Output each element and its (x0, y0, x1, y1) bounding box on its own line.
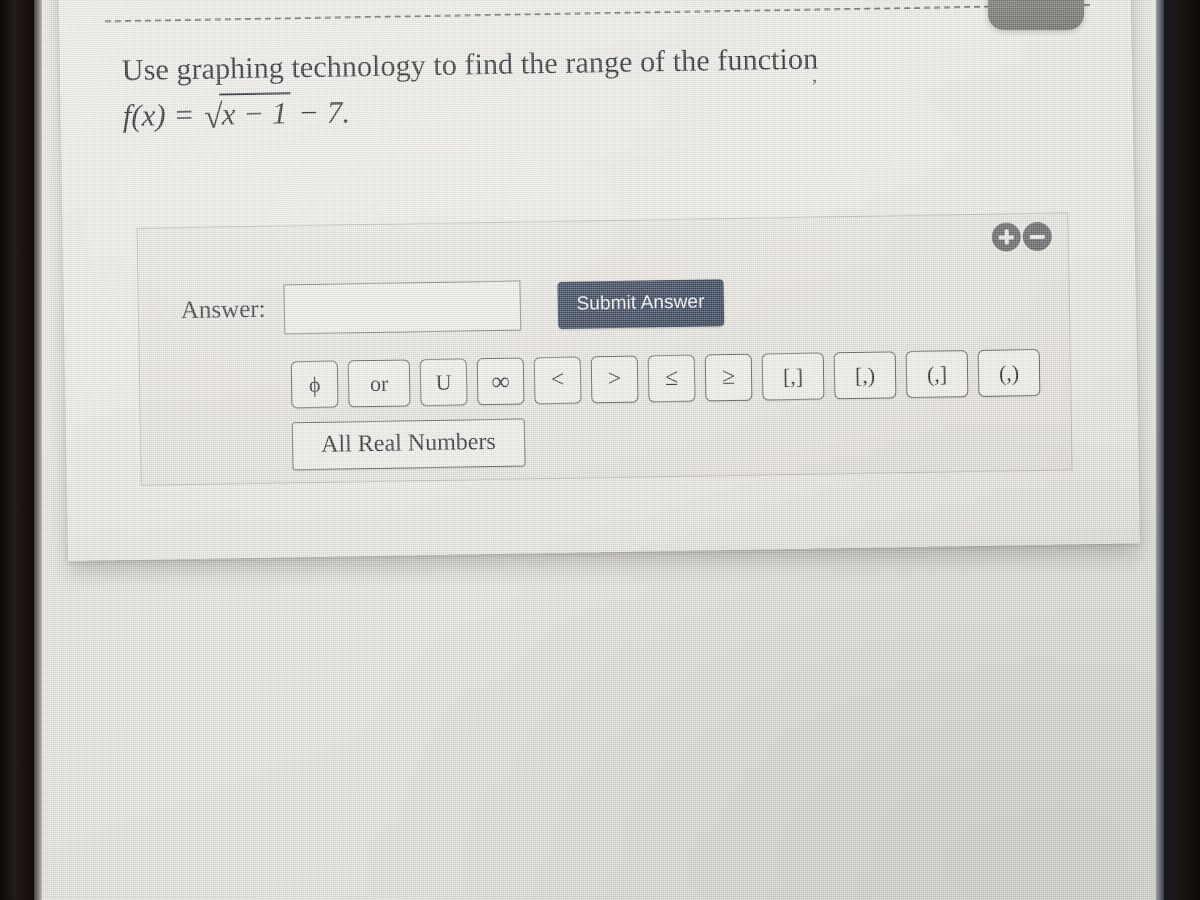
key-left-closed-interval[interactable]: [,) (833, 351, 897, 400)
key-closed-interval[interactable]: [,] (761, 352, 825, 401)
key-greater-than-or-equal[interactable]: ≥ (704, 353, 753, 402)
key-or[interactable]: or (347, 359, 411, 408)
zoom-out-icon[interactable] (1022, 221, 1053, 252)
radical-sign: √ (203, 97, 224, 136)
answer-input[interactable] (283, 280, 521, 335)
screen-surface: Use graphing technology to find the rang… (40, 0, 1168, 900)
key-open-interval[interactable]: (,) (977, 348, 1041, 397)
key-right-closed-interval[interactable]: (,] (905, 350, 969, 399)
formula-tail: − 7. (297, 93, 351, 130)
formula-radicand: x − 1 (219, 91, 291, 132)
question-text: Use graphing technology to find the rang… (122, 39, 1023, 136)
minus-stroke (1029, 234, 1045, 240)
formula-equals: = (173, 96, 195, 132)
device-bezel-right (1164, 0, 1200, 900)
floating-toolbar-tab[interactable] (988, 0, 1084, 30)
all-real-numbers-button[interactable]: All Real Numbers (291, 418, 526, 471)
stray-mark: , (811, 64, 818, 87)
formula-function-label: f(x) (122, 96, 166, 133)
formula-radical: √x − 1 (202, 91, 291, 136)
zoom-in-icon[interactable] (991, 222, 1022, 252)
zoom-controls (991, 221, 1053, 252)
device-bezel-left (0, 0, 34, 900)
plus-vertical-stroke (1004, 229, 1009, 245)
answer-row: Answer: Submit Answer (180, 277, 724, 336)
key-infinity[interactable]: ∞ (476, 357, 525, 406)
submit-answer-button[interactable]: Submit Answer (557, 278, 724, 329)
answer-panel: Answer: Submit Answer ϕ or U ∞ < > ≤ ≥ [,] [,) (,]… (136, 212, 1073, 486)
device-rim-left (33, 0, 42, 900)
photographed-screen: Use graphing technology to find the rang… (0, 0, 1200, 900)
answer-label: Answer: (180, 295, 266, 325)
key-union[interactable]: U (419, 358, 468, 407)
question-formula: f(x) = √x − 1 − 7. (122, 80, 1023, 135)
question-card: Use graphing technology to find the rang… (58, 0, 1140, 562)
key-greater-than[interactable]: > (590, 355, 639, 404)
key-empty-set[interactable]: ϕ (290, 360, 339, 409)
page-content: Use graphing technology to find the rang… (40, 0, 1168, 900)
symbol-palette: ϕ or U ∞ < > ≤ ≥ [,] [,) (,] (,) (290, 348, 1041, 409)
key-less-than-or-equal[interactable]: ≤ (647, 354, 696, 403)
dashed-divider (105, 4, 1090, 23)
key-less-than[interactable]: < (533, 356, 582, 405)
